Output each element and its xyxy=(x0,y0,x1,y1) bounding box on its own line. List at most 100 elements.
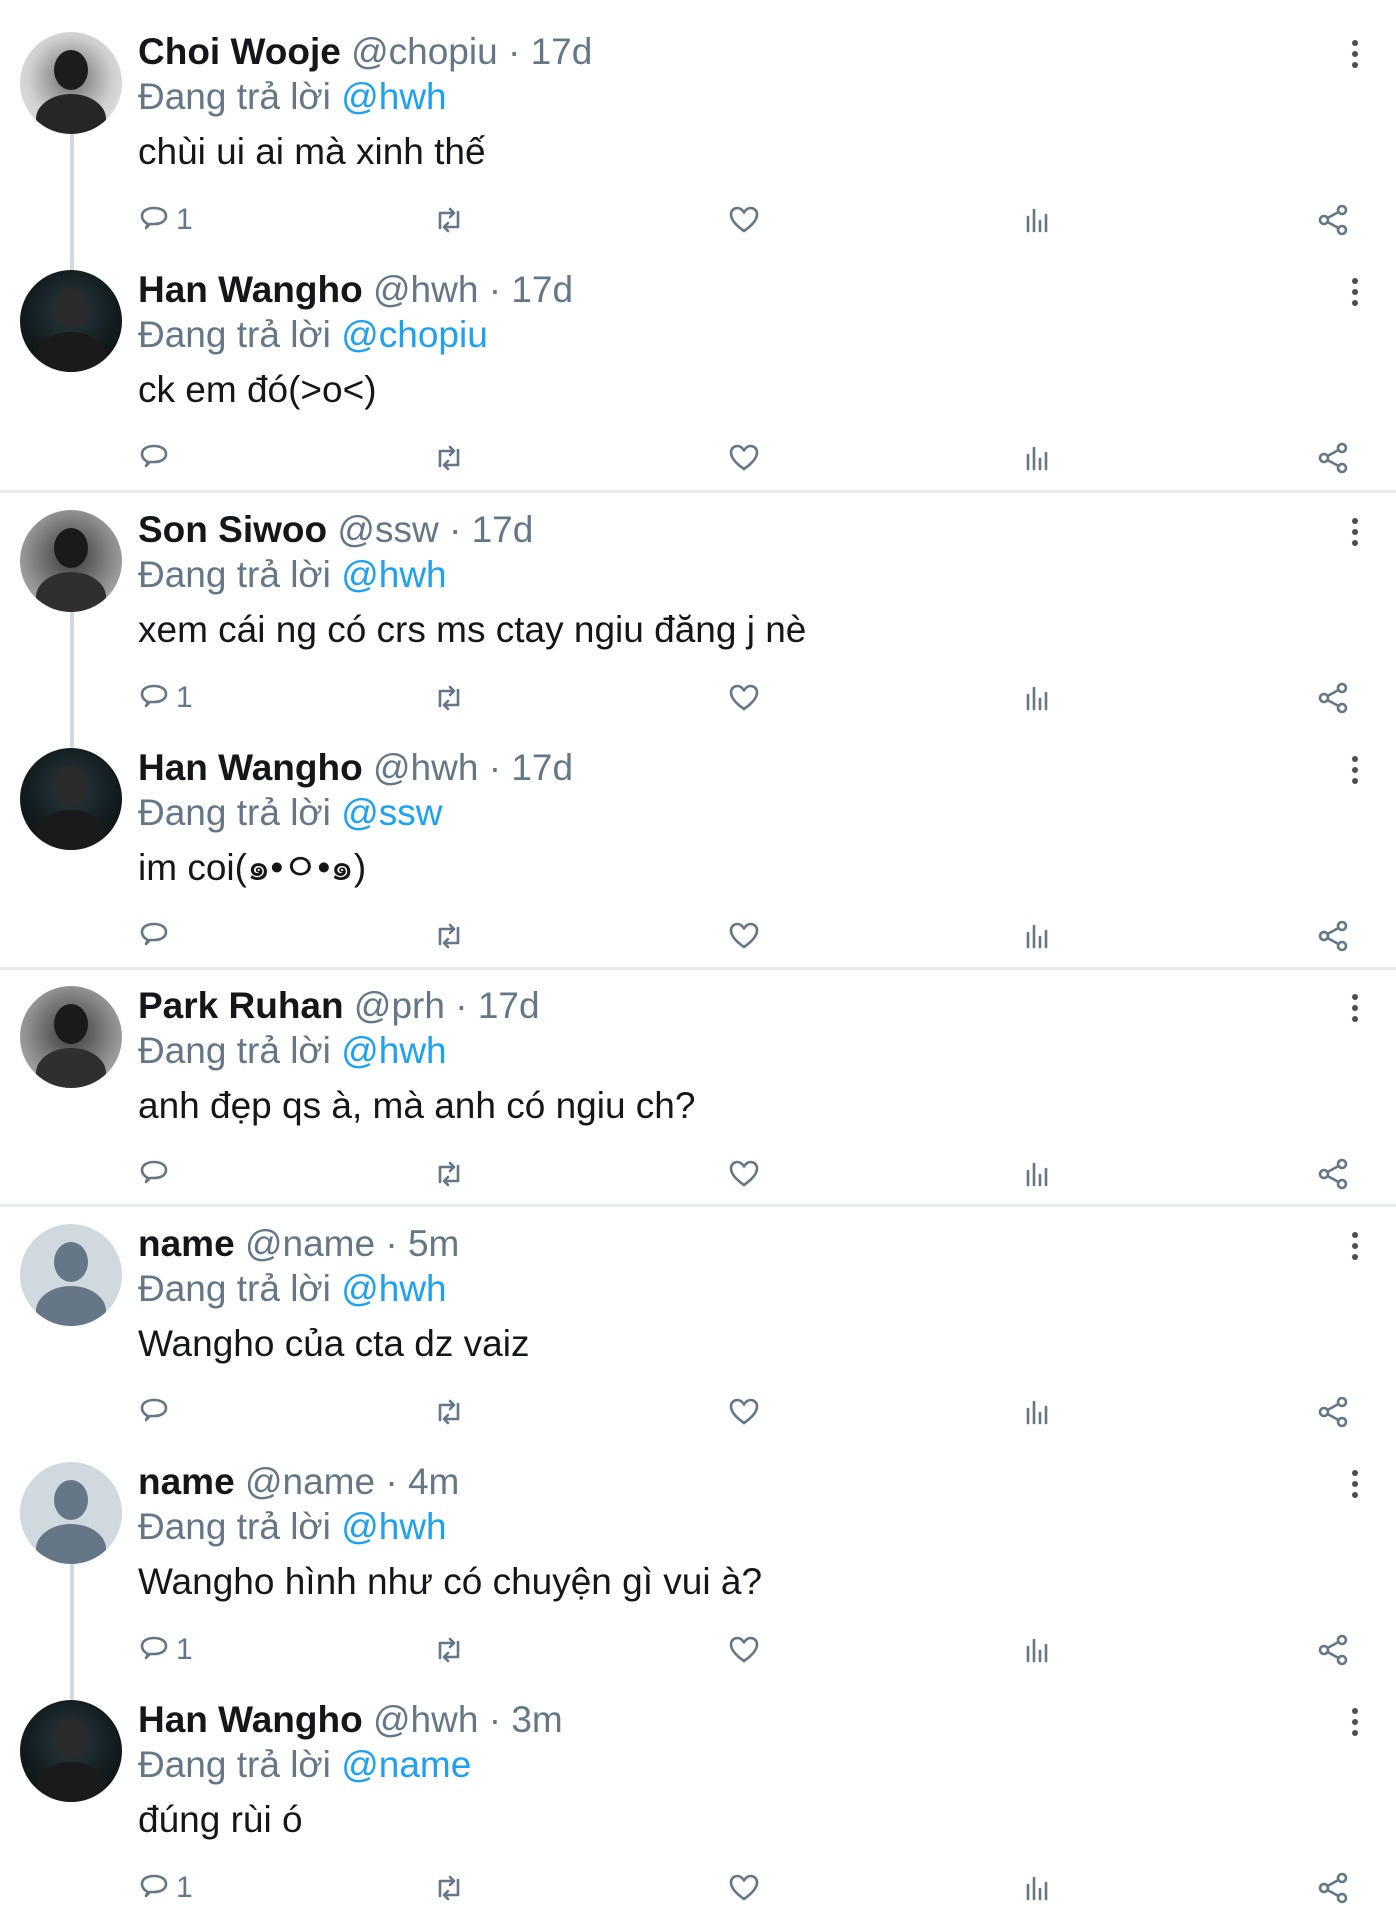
reply-button[interactable] xyxy=(138,438,176,478)
replying-to-label: Đang trả lời xyxy=(138,1268,331,1309)
display-name[interactable]: Park Ruhan xyxy=(138,985,344,1026)
analytics-button[interactable] xyxy=(1022,200,1052,240)
replying-to-link[interactable]: @name xyxy=(341,1744,471,1785)
user-handle[interactable]: @hwh xyxy=(373,747,478,788)
user-handle[interactable]: @ssw xyxy=(337,509,438,550)
analytics-button[interactable] xyxy=(1022,1868,1052,1908)
share-button[interactable] xyxy=(1316,678,1350,718)
display-name[interactable]: Han Wangho xyxy=(138,747,363,788)
share-button[interactable] xyxy=(1316,1630,1350,1670)
tweet-text: ck em đó(>o<) xyxy=(138,369,377,410)
like-button[interactable] xyxy=(728,1154,760,1194)
avatar[interactable] xyxy=(20,1224,122,1326)
display-name[interactable]: Han Wangho xyxy=(138,269,363,310)
replying-to-link[interactable]: @hwh xyxy=(341,76,446,117)
tweet[interactable]: name @name · 5m Đang trả lời @hwh Wangho c… xyxy=(0,1192,1396,1430)
analytics-button[interactable] xyxy=(1022,438,1052,478)
avatar[interactable] xyxy=(20,1700,122,1802)
retweet-button[interactable] xyxy=(432,200,466,240)
more-vertical-icon[interactable] xyxy=(1340,1464,1370,1504)
timestamp[interactable]: 17d xyxy=(531,31,593,72)
tweet[interactable]: name @name · 4m Đang trả lời @hwh Wangho h… xyxy=(0,1430,1396,1668)
like-button[interactable] xyxy=(728,678,760,718)
reply-button[interactable] xyxy=(138,1392,176,1432)
avatar[interactable] xyxy=(20,1462,122,1564)
retweet-button[interactable] xyxy=(432,1868,466,1908)
retweet-button[interactable] xyxy=(432,438,466,478)
tweet[interactable]: Park Ruhan @prh · 17d Đang trả lời @hwh an… xyxy=(0,954,1396,1192)
tweet[interactable]: Han Wangho @hwh · 3m Đang trả lời @name đú… xyxy=(0,1668,1396,1906)
tweet[interactable]: Han Wangho @hwh · 17d Đang trả lời @chopi… xyxy=(0,238,1396,476)
replying-to-link[interactable]: @hwh xyxy=(341,1268,446,1309)
user-handle[interactable]: @prh xyxy=(354,985,445,1026)
more-vertical-icon[interactable] xyxy=(1340,750,1370,790)
timestamp[interactable]: 17d xyxy=(511,747,573,788)
display-name[interactable]: Choi Wooje xyxy=(138,31,341,72)
analytics-button[interactable] xyxy=(1022,1392,1052,1432)
replying-to-link[interactable]: @hwh xyxy=(341,554,446,595)
replying-to-link[interactable]: @hwh xyxy=(341,1506,446,1547)
like-button[interactable] xyxy=(728,438,760,478)
tweet[interactable]: Son Siwoo @ssw · 17d Đang trả lời @hwh xem… xyxy=(0,478,1396,716)
share-button[interactable] xyxy=(1316,200,1350,240)
tweet[interactable]: Han Wangho @hwh · 17d Đang trả lời @ssw im… xyxy=(0,716,1396,954)
share-button[interactable] xyxy=(1316,1154,1350,1194)
more-vertical-icon[interactable] xyxy=(1340,1702,1370,1742)
analytics-button[interactable] xyxy=(1022,1154,1052,1194)
more-vertical-icon[interactable] xyxy=(1340,1226,1370,1266)
timestamp[interactable]: 17d xyxy=(478,985,540,1026)
reply-button[interactable]: 1 xyxy=(138,1868,193,1908)
reply-button[interactable]: 1 xyxy=(138,678,193,718)
user-handle[interactable]: @name xyxy=(245,1461,375,1502)
heart-icon xyxy=(728,920,760,952)
user-handle[interactable]: @chopiu xyxy=(351,31,498,72)
more-vertical-icon[interactable] xyxy=(1340,34,1370,74)
avatar[interactable] xyxy=(20,270,122,372)
replying-to-label: Đang trả lời xyxy=(138,1744,331,1785)
reply-button[interactable]: 1 xyxy=(138,200,193,240)
user-handle[interactable]: @hwh xyxy=(373,269,478,310)
analytics-button[interactable] xyxy=(1022,916,1052,956)
like-button[interactable] xyxy=(728,200,760,240)
timestamp[interactable]: 4m xyxy=(408,1461,459,1502)
avatar[interactable] xyxy=(20,748,122,850)
display-name[interactable]: name xyxy=(138,1223,235,1264)
like-button[interactable] xyxy=(728,916,760,956)
timestamp[interactable]: 17d xyxy=(511,269,573,310)
share-button[interactable] xyxy=(1316,1868,1350,1908)
reply-button[interactable] xyxy=(138,916,176,956)
user-handle[interactable]: @hwh xyxy=(373,1699,478,1740)
user-handle[interactable]: @name xyxy=(245,1223,375,1264)
avatar[interactable] xyxy=(20,986,122,1088)
timestamp[interactable]: 5m xyxy=(408,1223,459,1264)
timestamp[interactable]: 17d xyxy=(472,509,534,550)
more-vertical-icon[interactable] xyxy=(1340,988,1370,1028)
share-button[interactable] xyxy=(1316,438,1350,478)
replying-to-link[interactable]: @hwh xyxy=(341,1030,446,1071)
retweet-button[interactable] xyxy=(432,1392,466,1432)
display-name[interactable]: Han Wangho xyxy=(138,1699,363,1740)
analytics-button[interactable] xyxy=(1022,1630,1052,1670)
replying-to-link[interactable]: @ssw xyxy=(341,792,442,833)
like-button[interactable] xyxy=(728,1868,760,1908)
avatar[interactable] xyxy=(20,510,122,612)
more-vertical-icon[interactable] xyxy=(1340,512,1370,552)
retweet-button[interactable] xyxy=(432,916,466,956)
display-name[interactable]: Son Siwoo xyxy=(138,509,327,550)
avatar[interactable] xyxy=(20,32,122,134)
like-button[interactable] xyxy=(728,1630,760,1670)
share-button[interactable] xyxy=(1316,916,1350,956)
share-button[interactable] xyxy=(1316,1392,1350,1432)
like-button[interactable] xyxy=(728,1392,760,1432)
retweet-button[interactable] xyxy=(432,678,466,718)
tweet[interactable]: Choi Wooje @chopiu · 17d Đang trả lời @hw… xyxy=(0,0,1396,238)
more-vertical-icon[interactable] xyxy=(1340,272,1370,312)
reply-button[interactable]: 1 xyxy=(138,1630,193,1670)
reply-button[interactable] xyxy=(138,1154,176,1194)
retweet-button[interactable] xyxy=(432,1630,466,1670)
display-name[interactable]: name xyxy=(138,1461,235,1502)
timestamp[interactable]: 3m xyxy=(511,1699,562,1740)
retweet-button[interactable] xyxy=(432,1154,466,1194)
replying-to-link[interactable]: @chopiu xyxy=(341,314,488,355)
analytics-button[interactable] xyxy=(1022,678,1052,718)
